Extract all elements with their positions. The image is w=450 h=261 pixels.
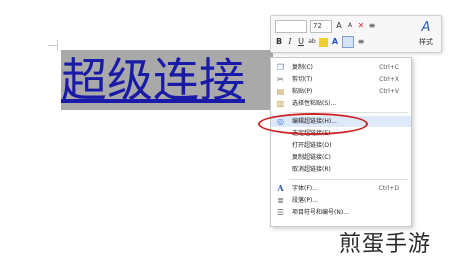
styles-icon: A bbox=[421, 20, 431, 35]
menu-item-shortcut: Ctrl+V bbox=[379, 88, 399, 95]
font-size-combo[interactable]: 72 bbox=[310, 19, 332, 33]
align-center-icon[interactable] bbox=[342, 36, 354, 48]
menu-item-label: 选择性粘贴(S)... bbox=[292, 100, 337, 107]
menu-item-shortcut: Ctrl+X bbox=[379, 76, 399, 83]
font-name-combo[interactable] bbox=[275, 19, 307, 33]
highlight-color-swatch[interactable] bbox=[319, 37, 328, 47]
menu-item-cut[interactable]: ✂ 剪切(T) Ctrl+X bbox=[271, 74, 411, 85]
clear-format-icon[interactable]: ✕ bbox=[357, 20, 365, 32]
menu-item-remove-hyperlink[interactable]: 取消超链接(R) bbox=[271, 164, 411, 175]
menu-separator bbox=[289, 179, 408, 180]
menu-item-bullets[interactable]: ☰ 项目符号和编号(N)... bbox=[271, 207, 411, 218]
bold-button[interactable]: B bbox=[275, 36, 283, 48]
bullets-icon: ☰ bbox=[276, 208, 285, 217]
menu-item-copy-hyperlink[interactable]: 复制超链接(C) bbox=[271, 152, 411, 163]
highlight-icon[interactable]: ab bbox=[308, 36, 316, 48]
shrink-font-icon[interactable]: A bbox=[346, 20, 354, 32]
menu-item-label: 打开超链接(O) bbox=[292, 142, 332, 149]
menu-item-label: 粘贴(P) bbox=[292, 88, 313, 95]
grow-font-icon[interactable]: A bbox=[335, 20, 343, 32]
styles-button[interactable]: A 样式 bbox=[415, 19, 437, 49]
list-icon[interactable]: ≡ bbox=[368, 20, 376, 32]
menu-item-shortcut: Ctrl+C bbox=[379, 64, 399, 71]
menu-item-shortcut: Ctrl+D bbox=[378, 185, 399, 192]
paragraph-icon: ≣ bbox=[277, 196, 284, 205]
paste-special-icon: ▥ bbox=[276, 99, 285, 108]
selected-hyperlink-text[interactable]: 超级连接 bbox=[61, 50, 273, 110]
menu-item-font[interactable]: A 字体(F)... Ctrl+D bbox=[271, 183, 411, 194]
menu-item-copy[interactable]: ❐ 复制(C) Ctrl+C bbox=[271, 62, 411, 73]
copy-icon: ❐ bbox=[276, 63, 285, 72]
menu-item-paste[interactable]: ▤ 粘贴(P) Ctrl+V bbox=[271, 86, 411, 97]
italic-button[interactable]: I bbox=[286, 36, 294, 48]
menu-item-label: 复制(C) bbox=[292, 64, 313, 71]
menu-item-label: 项目符号和编号(N)... bbox=[292, 209, 349, 216]
menu-item-open-hyperlink[interactable]: 打开超链接(O) bbox=[271, 140, 411, 151]
mini-format-toolbar: 72 A A ✕ ≡ B I U ab A ≡ A 样式 bbox=[270, 15, 442, 53]
font-color-icon[interactable]: A bbox=[331, 36, 339, 48]
cut-icon: ✂ bbox=[277, 75, 284, 84]
styles-label: 样式 bbox=[419, 38, 433, 46]
toolbar-row-top: 72 A A ✕ ≡ bbox=[275, 19, 376, 33]
menu-item-label: 字体(F)... bbox=[292, 185, 318, 192]
page-margin-marker bbox=[48, 45, 58, 46]
underline-button[interactable]: U bbox=[297, 36, 305, 48]
menu-item-label: 剪切(T) bbox=[292, 76, 313, 83]
watermark-text: 煎蛋手游 bbox=[339, 232, 432, 257]
paste-icon: ▤ bbox=[276, 87, 285, 96]
menu-item-label: 复制超链接(C) bbox=[292, 154, 331, 161]
indent-icon[interactable]: ≡ bbox=[357, 36, 365, 48]
red-annotation-oval bbox=[258, 113, 368, 135]
menu-item-paragraph[interactable]: ≣ 段落(P)... bbox=[271, 195, 411, 206]
font-icon: A bbox=[277, 183, 284, 193]
menu-item-label: 取消超链接(R) bbox=[292, 166, 331, 173]
context-menu: ❐ 复制(C) Ctrl+C ✂ 剪切(T) Ctrl+X ▤ 粘贴(P) Ct… bbox=[270, 57, 412, 227]
menu-item-label: 段落(P)... bbox=[292, 197, 319, 204]
toolbar-row-bottom: B I U ab A ≡ bbox=[275, 35, 365, 49]
menu-item-paste-special[interactable]: ▥ 选择性粘贴(S)... bbox=[271, 98, 411, 109]
